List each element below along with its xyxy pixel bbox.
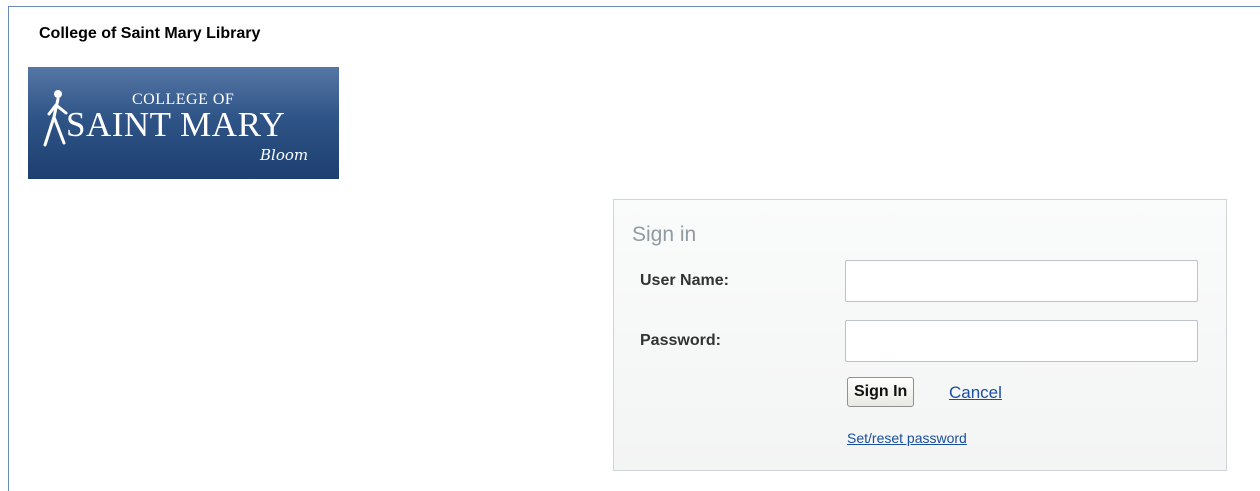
college-logo: COLLEGE OF SAINT MARY Bloom	[28, 67, 339, 179]
sign-in-button[interactable]: Sign In	[847, 377, 915, 407]
page-title: College of Saint Mary Library	[39, 25, 261, 42]
username-label: User Name:	[640, 272, 729, 289]
username-input[interactable]	[845, 260, 1198, 302]
signin-panel: Sign in User Name: Password: Sign In Can…	[613, 199, 1227, 471]
cancel-link[interactable]: Cancel	[949, 383, 1002, 403]
logo-tagline: Bloom	[260, 146, 309, 164]
password-label: Password:	[640, 332, 721, 349]
password-input[interactable]	[845, 320, 1198, 362]
signin-title: Sign in	[632, 223, 697, 246]
reset-password-link[interactable]: Set/reset password	[847, 430, 967, 446]
logo-line-2: SAINT MARY	[66, 105, 286, 144]
